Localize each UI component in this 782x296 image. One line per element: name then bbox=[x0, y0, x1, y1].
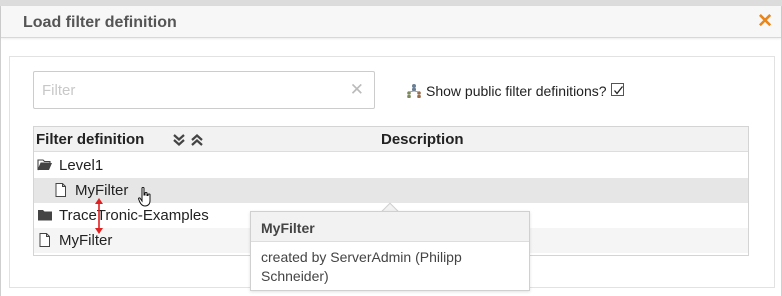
tree-row-label: TraceTronic-Examples bbox=[59, 207, 209, 224]
people-network-icon bbox=[407, 84, 421, 98]
tooltip-header: MyFilter bbox=[251, 212, 529, 242]
tree-row-label: Level1 bbox=[59, 157, 104, 174]
clear-filter-icon[interactable]: ✕ bbox=[350, 80, 364, 100]
folder-open-icon bbox=[37, 159, 52, 171]
filter-field: ✕ bbox=[33, 71, 375, 109]
checkmark-icon bbox=[613, 85, 623, 95]
tree-row-level1[interactable]: Level1 bbox=[34, 153, 748, 178]
tooltip-body: created by ServerAdmin (Philipp Schneide… bbox=[261, 249, 462, 284]
filter-tooltip: MyFilter created by ServerAdmin (Philipp… bbox=[250, 211, 530, 291]
drag-arrow-icon bbox=[95, 198, 103, 234]
public-filter-toggle[interactable]: Show public filter definitions? bbox=[406, 81, 624, 101]
document-icon bbox=[39, 233, 50, 247]
public-filter-label: Show public filter definitions? bbox=[426, 83, 607, 99]
document-icon bbox=[55, 183, 66, 197]
filter-input[interactable] bbox=[34, 72, 344, 108]
column-header-filter-definition[interactable]: Filter definition bbox=[36, 131, 144, 148]
column-header-description[interactable]: Description bbox=[381, 131, 464, 148]
grid-header: Filter definition Description bbox=[34, 127, 748, 152]
tree-row-label: MyFilter bbox=[75, 182, 129, 199]
tree-row-label: MyFilter bbox=[59, 232, 113, 249]
public-filter-checkbox[interactable] bbox=[610, 82, 624, 96]
hand-pointer-cursor-icon bbox=[138, 187, 151, 207]
expand-collapse-buttons bbox=[172, 133, 204, 147]
double-chevron-up-icon[interactable] bbox=[190, 133, 204, 147]
double-chevron-down-icon[interactable] bbox=[172, 133, 186, 147]
dialog-title: Load filter definition bbox=[23, 14, 177, 31]
close-icon[interactable]: ✕ bbox=[757, 12, 773, 32]
dialog-titlebar: Load filter definition ✕ bbox=[1, 6, 781, 38]
folder-closed-icon bbox=[38, 210, 52, 221]
tooltip-title: MyFilter bbox=[261, 220, 315, 236]
